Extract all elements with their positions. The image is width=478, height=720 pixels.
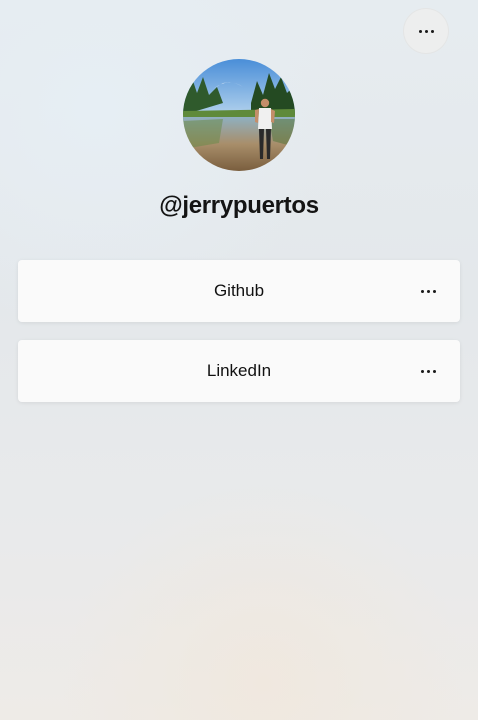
link-menu-button[interactable] <box>414 362 442 380</box>
link-label: LinkedIn <box>206 361 272 380</box>
link-menu-button[interactable] <box>414 282 442 300</box>
more-horizontal-icon <box>420 369 436 373</box>
link-button-linkedin[interactable]: LinkedIn <box>18 340 460 402</box>
more-horizontal-icon <box>420 289 436 293</box>
avatar <box>183 59 295 171</box>
link-button-github[interactable]: Github <box>18 260 460 322</box>
page-menu-button[interactable] <box>403 8 449 54</box>
more-horizontal-icon <box>418 29 434 33</box>
profile-username: @jerrypuertos <box>159 192 319 219</box>
profile-photo <box>183 59 295 171</box>
link-label: Github <box>213 281 265 300</box>
